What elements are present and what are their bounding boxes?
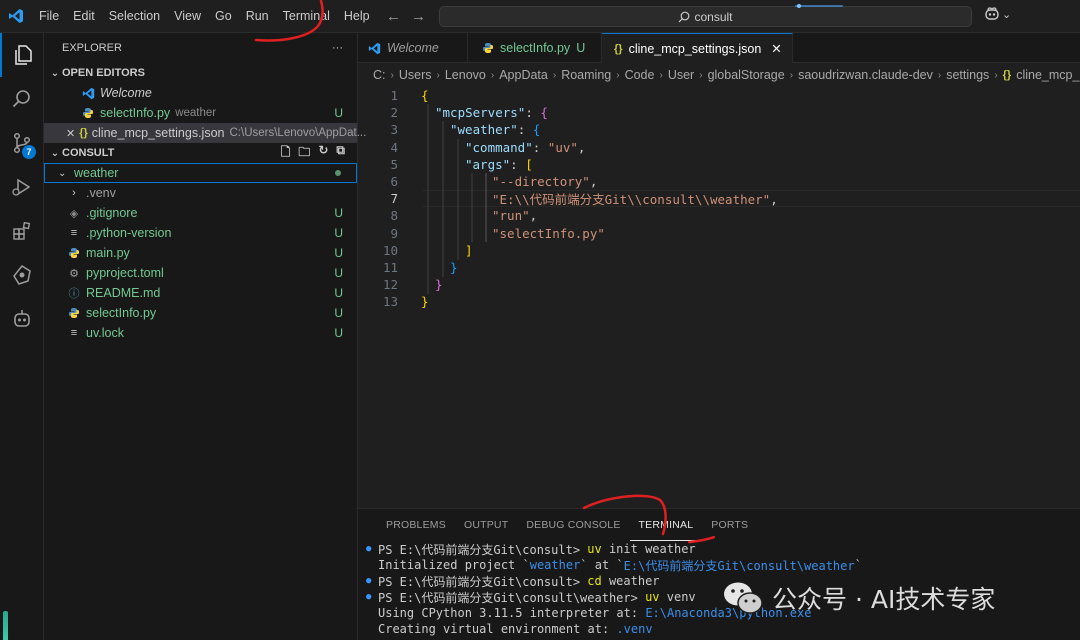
editor-tabs: Welcome selectInfo.py U {} cline_mcp_set… <box>358 33 1080 63</box>
text-file-icon: ≡ <box>70 327 78 339</box>
indent-guides <box>427 104 487 294</box>
open-editor-item[interactable]: Welcome <box>44 83 357 103</box>
ai-assistant-icon[interactable] <box>0 253 44 297</box>
python-file-icon <box>66 247 82 259</box>
search-value: consult <box>694 9 733 24</box>
vscode-welcome-icon <box>80 87 96 100</box>
info-icon: ⓘ <box>68 288 80 300</box>
prompt-dot-icon: ● <box>366 544 372 554</box>
tree-item-venv[interactable]: › .venv <box>44 183 357 203</box>
wechat-watermark: 公众号 · AI技术专家 <box>722 576 1062 620</box>
json-file-icon: {} <box>614 42 623 55</box>
run-debug-icon[interactable] <box>0 165 44 209</box>
tab-terminal[interactable]: TERMINAL <box>629 509 703 541</box>
text-file-icon: ≡ <box>70 227 78 239</box>
explorer-title: EXPLORER <box>62 42 122 54</box>
terminal-line: Creating virtual environment at: .venv <box>378 622 653 636</box>
tree-item[interactable]: ≡ uv.lock U <box>44 323 357 343</box>
modified-dot <box>335 170 341 176</box>
code-editor[interactable]: 1{ 2 "mcpServers": { 3 "weather": { 4 "comm… <box>358 87 1080 310</box>
python-file-icon <box>483 43 493 53</box>
new-file-icon[interactable]: 🗋 <box>281 143 291 164</box>
progress-indicator <box>795 4 843 8</box>
chevron-down-icon: ⌄ <box>50 67 60 79</box>
menu-file[interactable]: File <box>32 0 66 33</box>
terminal-line: Initialized project ` weather ` at ` E:\代码前… <box>378 558 862 573</box>
json-file-icon: {} <box>1002 69 1012 81</box>
activity-scroll-indicator <box>3 611 8 640</box>
prompt-dot-icon: ● <box>366 576 372 586</box>
python-file-icon <box>66 307 82 319</box>
tab-ports[interactable]: PORTS <box>702 509 757 541</box>
new-folder-icon[interactable]: 🗀 <box>298 143 310 164</box>
copilot-icon <box>985 7 999 20</box>
tree-item[interactable]: ⚙ pyproject.toml U <box>44 263 357 283</box>
more-actions-icon[interactable]: ··· <box>332 42 343 54</box>
activity-bar: 7 <box>0 33 44 640</box>
search-icon[interactable] <box>0 77 44 121</box>
menu-selection[interactable]: Selection <box>102 0 167 33</box>
json-file-icon: {} <box>79 127 88 139</box>
menu-bar: File Edit Selection View Go Run Terminal… <box>32 0 377 32</box>
cline-robot-icon[interactable] <box>0 297 44 341</box>
close-icon[interactable]: ✕ <box>66 127 75 140</box>
consult-section[interactable]: ⌄ CONSULT 🗋 🗀 ↻ ⧉ <box>44 143 357 163</box>
open-editor-item-active[interactable]: ✕ {} cline_mcp_settings.json C:\Users\Le… <box>44 123 366 143</box>
panel-tabs: PROBLEMS OUTPUT DEBUG CONSOLE TERMINAL P… <box>358 509 1080 541</box>
menu-go[interactable]: Go <box>208 0 239 33</box>
breadcrumb: C: › Users › Lenovo › AppData › Roaming › Cod… <box>373 68 1080 82</box>
title-bar: File Edit Selection View Go Run Terminal… <box>0 0 1080 33</box>
collapse-all-icon[interactable]: ⧉ <box>336 143 345 164</box>
copilot-menu[interactable]: ⌄ <box>984 7 1011 21</box>
chevron-down-icon: ⌄ <box>50 147 60 159</box>
extensions-icon[interactable] <box>0 209 44 253</box>
open-editors-label: OPEN EDITORS <box>62 67 145 79</box>
command-center-search[interactable]: consult <box>439 6 972 27</box>
close-icon[interactable]: ✕ <box>771 41 781 56</box>
tab-welcome[interactable]: Welcome <box>358 33 468 63</box>
open-editors-section[interactable]: ⌄ OPEN EDITORS <box>44 63 357 83</box>
tree-item[interactable]: selectInfo.py U <box>44 303 357 323</box>
tab-selectinfo[interactable]: selectInfo.py U <box>468 33 602 63</box>
source-control-badge: 7 <box>22 145 36 159</box>
open-editor-item[interactable]: selectInfo.py weather U <box>44 103 357 123</box>
menu-edit[interactable]: Edit <box>66 0 102 33</box>
chevron-down-icon: ⌄ <box>58 167 67 179</box>
vscode-logo-icon <box>0 0 32 33</box>
folder-weather[interactable]: ⌄ weather <box>44 163 357 183</box>
menu-run[interactable]: Run <box>239 0 276 33</box>
search-icon <box>679 11 690 22</box>
vscode-welcome-icon <box>368 42 381 54</box>
terminal-line: ● PS E:\代码前端分支Git\consult> uv init weathe… <box>366 542 696 557</box>
back-arrow-icon[interactable]: ← <box>386 8 401 25</box>
python-file-icon <box>80 107 96 119</box>
refresh-icon[interactable]: ↻ <box>318 143 328 164</box>
tab-output[interactable]: OUTPUT <box>455 509 517 541</box>
tree-item[interactable]: main.py U <box>44 243 357 263</box>
tree-item[interactable]: ⓘ README.md U <box>44 283 357 303</box>
tree-item[interactable]: ◈ .gitignore U <box>44 203 357 223</box>
gear-icon: ⚙ <box>69 267 79 280</box>
chevron-down-icon: ⌄ <box>1002 8 1012 21</box>
forward-arrow-icon[interactable]: → <box>411 8 426 25</box>
watermark-text: 公众号 · AI技术专家 <box>772 585 996 614</box>
menu-help[interactable]: Help <box>337 0 377 33</box>
gitignore-icon: ◈ <box>69 207 79 220</box>
menu-terminal[interactable]: Terminal <box>276 0 337 33</box>
source-control-icon[interactable]: 7 <box>0 121 44 165</box>
explorer-icon[interactable] <box>0 33 44 77</box>
tab-problems[interactable]: PROBLEMS <box>377 509 455 541</box>
tree-item[interactable]: ≡ .python-version U <box>44 223 357 243</box>
bottom-panel: PROBLEMS OUTPUT DEBUG CONSOLE TERMINAL P… <box>358 508 1080 640</box>
menu-view[interactable]: View <box>167 0 208 33</box>
consult-label: CONSULT <box>62 147 115 159</box>
prompt-dot-icon: ● <box>366 592 372 602</box>
explorer-sidebar: EXPLORER ··· ⌄ OPEN EDITORS Welcome sele… <box>44 33 366 640</box>
wechat-logo-icon <box>724 582 763 614</box>
tab-cline-mcp-settings[interactable]: {} cline_mcp_settings.json ✕ <box>602 33 793 63</box>
chevron-right-icon: › <box>72 187 76 199</box>
tab-debug-console[interactable]: DEBUG CONSOLE <box>517 509 629 541</box>
